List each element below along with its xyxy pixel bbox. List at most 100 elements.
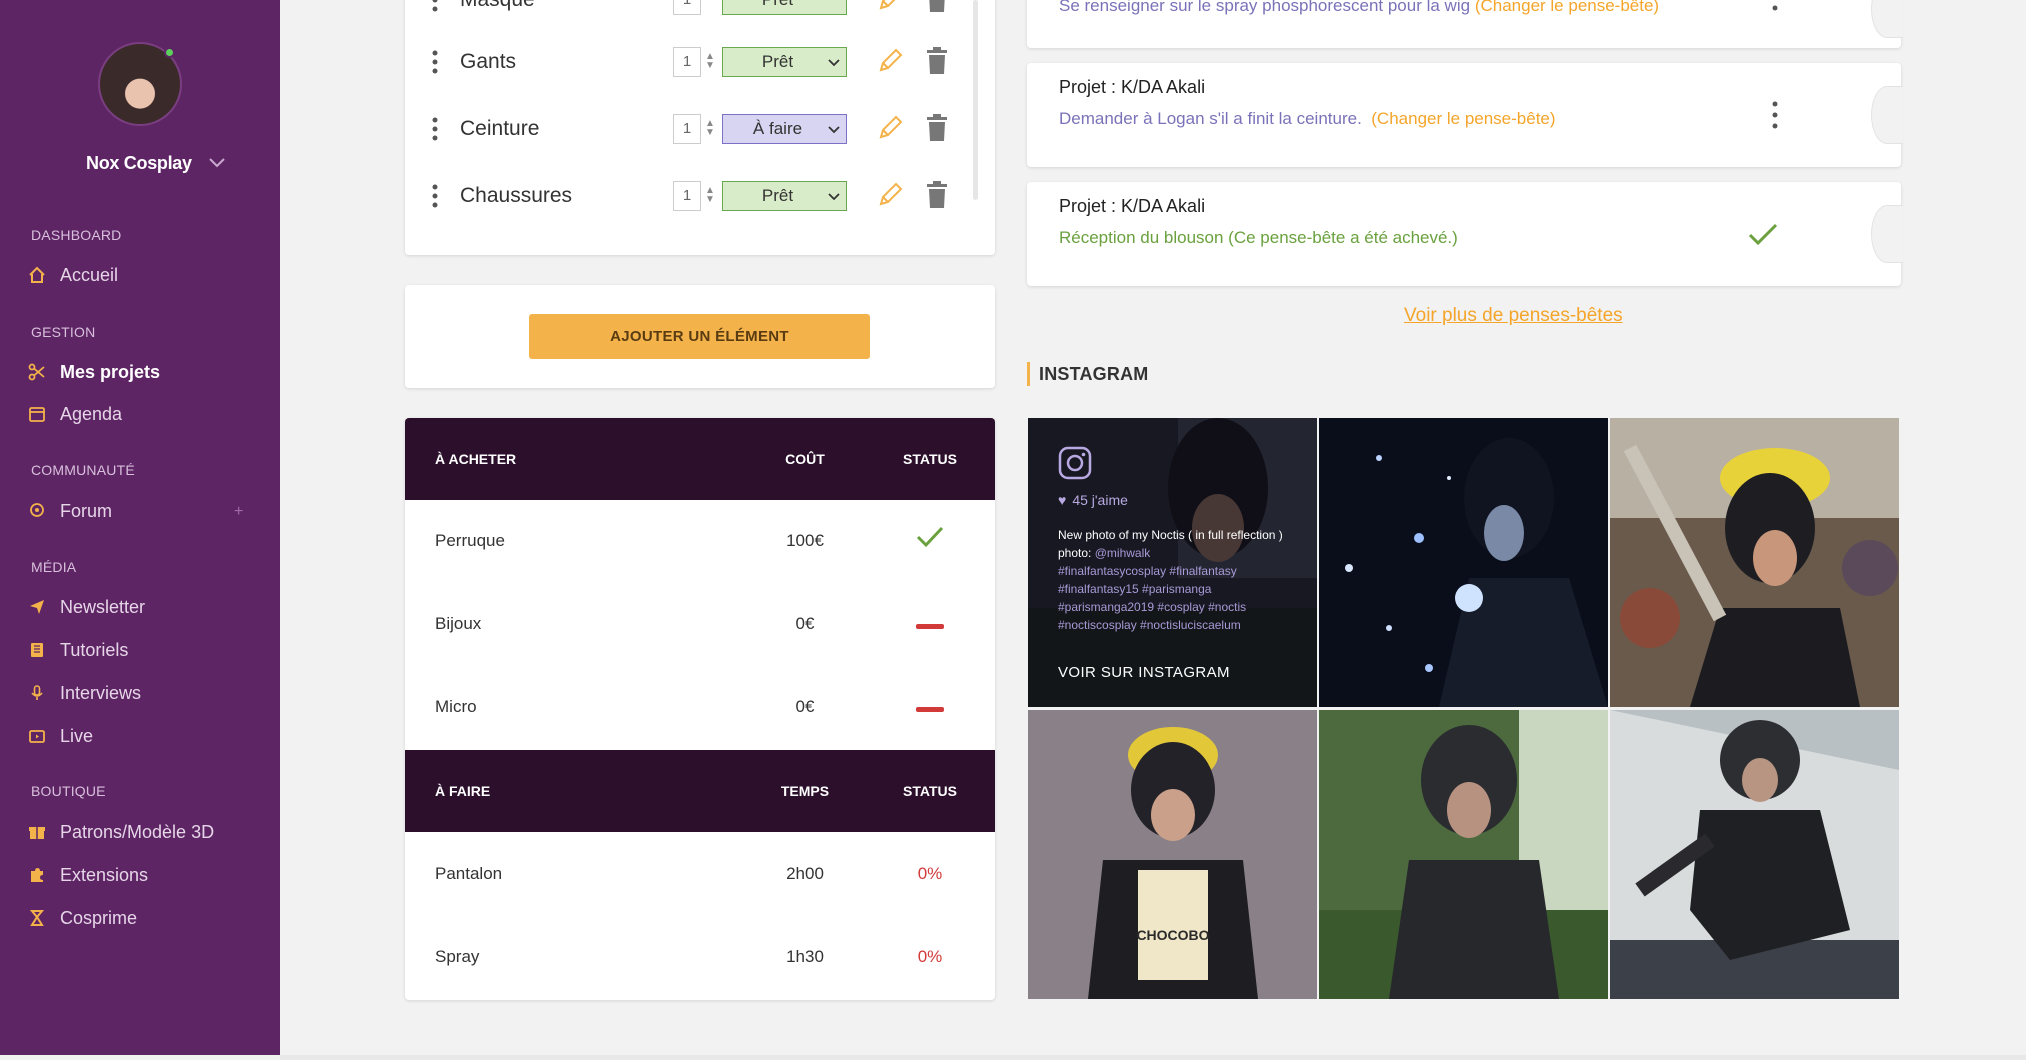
- tv-icon: [29, 730, 45, 743]
- pencil-icon[interactable]: [875, 46, 905, 76]
- status-missing[interactable]: [890, 697, 970, 717]
- gift-icon: [29, 827, 45, 839]
- quantity-input[interactable]: 1: [673, 114, 701, 144]
- chevron-down-icon: [828, 59, 840, 67]
- calendar-icon: [29, 407, 45, 422]
- drag-handle-icon[interactable]: [432, 0, 438, 12]
- element-row: Ceinture 1 ▲ ▼ À faire: [405, 109, 995, 149]
- section-label-dashboard: DASHBOARD: [31, 227, 122, 243]
- instagram-photo[interactable]: [1319, 710, 1608, 999]
- instagram-photo[interactable]: [1610, 710, 1899, 999]
- quantity-input[interactable]: 1: [673, 47, 701, 77]
- status-missing[interactable]: [890, 614, 970, 634]
- trash-icon[interactable]: [925, 0, 949, 14]
- trash-icon[interactable]: [925, 180, 949, 210]
- status-done[interactable]: [890, 526, 970, 553]
- caption-text: New photo of my Noctis ( in full reflect…: [1058, 528, 1283, 542]
- add-element-button[interactable]: AJOUTER UN ÉLÉMENT: [529, 314, 870, 359]
- pencil-icon[interactable]: [875, 0, 905, 14]
- reminder-text: Réception du blouson (Ce pense-bête a ét…: [1059, 228, 1458, 247]
- change-reminder-link[interactable]: (Changer le pense-bête): [1371, 109, 1555, 128]
- check-icon[interactable]: [1748, 223, 1778, 247]
- sidebar-item-mes-projets[interactable]: Mes projets: [28, 357, 258, 387]
- photo-image: [1319, 418, 1608, 707]
- quantity-stepper-icon[interactable]: ▲ ▼: [705, 52, 715, 71]
- status-select[interactable]: Prêt: [722, 47, 847, 77]
- photographer-handle[interactable]: @mihwalk: [1095, 546, 1151, 560]
- quantity-input[interactable]: 1: [673, 181, 701, 211]
- instagram-photo[interactable]: [1319, 418, 1608, 707]
- change-reminder-link[interactable]: (Changer le pense-bête): [1475, 0, 1659, 15]
- instagram-section-title: INSTAGRAM: [1039, 364, 1149, 384]
- sidebar-item-patrons[interactable]: Patrons/Modèle 3D: [28, 817, 258, 847]
- column-header: TEMPS: [780, 783, 830, 799]
- status-select[interactable]: À faire: [722, 114, 847, 144]
- sidebar-item-agenda[interactable]: Agenda: [28, 399, 258, 429]
- sidebar-item-live[interactable]: Live: [28, 721, 258, 751]
- drag-handle-icon[interactable]: [432, 184, 438, 208]
- sidebar-item-newsletter[interactable]: Newsletter: [28, 592, 258, 622]
- quantity-stepper-icon[interactable]: ▲ ▼: [705, 186, 715, 205]
- likes-count: ♥ 45 j'aime: [1058, 492, 1128, 508]
- username[interactable]: Nox Cosplay: [86, 153, 192, 174]
- table-row: Pantalon 2h00 0%: [405, 833, 995, 916]
- task-progress: 0%: [917, 947, 943, 966]
- sidebar-item-extensions[interactable]: Extensions: [28, 860, 258, 890]
- photo-image: [1610, 418, 1899, 707]
- trash-icon[interactable]: [925, 113, 949, 143]
- instagram-photo[interactable]: [1610, 418, 1899, 707]
- more-vertical-icon[interactable]: [1772, 5, 1778, 33]
- section-label-boutique: BOUTIQUE: [31, 783, 106, 799]
- minus-icon: [916, 707, 944, 712]
- drag-handle-icon[interactable]: [432, 117, 438, 141]
- drag-handle-icon[interactable]: [432, 50, 438, 74]
- chevron-down-icon[interactable]: [208, 153, 226, 171]
- task-time: 2h00: [786, 864, 824, 883]
- element-row: Gants 1 ▲ ▼ Prêt: [405, 42, 995, 82]
- trash-icon[interactable]: [925, 46, 949, 76]
- project-elements-card: Masque 1 Prêt Gants 1 ▲▼ Prêt Ceinture 1…: [405, 0, 995, 255]
- reminder-card-done: Projet : K/DA Akali Réception du blouson…: [1027, 182, 1903, 286]
- status-select[interactable]: Prêt: [722, 0, 847, 15]
- forum-add-icon[interactable]: +: [234, 503, 243, 521]
- check-icon: [916, 526, 944, 548]
- sidebar-item-cosprime[interactable]: Cosprime: [28, 903, 258, 933]
- instagram-photo[interactable]: CHOCOBO: [1028, 710, 1317, 999]
- status-select-value: À faire: [752, 119, 803, 138]
- sidebar-item-label: Interviews: [60, 682, 142, 703]
- book-icon: [31, 643, 43, 657]
- column-header: STATUS: [903, 451, 957, 467]
- pencil-icon[interactable]: [875, 180, 905, 210]
- table-row: Micro 0€: [405, 666, 995, 749]
- status-select[interactable]: Prêt: [722, 181, 847, 211]
- minus-icon: [916, 624, 944, 629]
- item-cost: 0€: [795, 614, 815, 633]
- sidebar-item-accueil[interactable]: Accueil: [28, 260, 258, 290]
- see-more-reminders-link[interactable]: Voir plus de penses-bêtes: [1404, 305, 1623, 327]
- element-name: Chaussures: [460, 184, 573, 207]
- sidebar-item-tutoriels[interactable]: Tutoriels: [28, 635, 258, 665]
- sidebar: Nox Cosplay DASHBOARD Accueil GESTION Me…: [0, 0, 280, 1055]
- sidebar-item-interviews[interactable]: Interviews: [28, 678, 258, 708]
- sidebar-item-label: Patrons/Modèle 3D: [60, 821, 215, 842]
- scissors-icon: [28, 363, 45, 381]
- quantity-stepper-icon[interactable]: ▲ ▼: [705, 119, 715, 138]
- reminder-text-content: Demander à Logan s'il a finit la ceintur…: [1059, 109, 1362, 128]
- instagram-icon: [1058, 446, 1092, 480]
- task-time: 1h30: [786, 947, 824, 966]
- instagram-photo-featured[interactable]: ♥ 45 j'aime New photo of my Noctis ( in f…: [1028, 418, 1317, 707]
- photo-image: [1319, 710, 1608, 999]
- more-vertical-icon[interactable]: [1772, 101, 1778, 129]
- scrollbar[interactable]: [973, 0, 978, 200]
- add-element-card: AJOUTER UN ÉLÉMENT: [405, 285, 995, 388]
- sidebar-item-forum[interactable]: Forum: [28, 496, 258, 526]
- view-on-instagram-link[interactable]: VOIR SUR INSTAGRAM: [1058, 664, 1230, 681]
- home-icon: [29, 266, 45, 283]
- photo-image: CHOCOBO: [1028, 710, 1317, 999]
- column-header: STATUS: [903, 783, 957, 799]
- task-progress: 0%: [917, 864, 943, 883]
- column-header: COÛT: [785, 451, 825, 467]
- quantity-input[interactable]: 1: [673, 0, 701, 15]
- post-caption: New photo of my Noctis ( in full reflect…: [1058, 526, 1298, 634]
- pencil-icon[interactable]: [875, 113, 905, 143]
